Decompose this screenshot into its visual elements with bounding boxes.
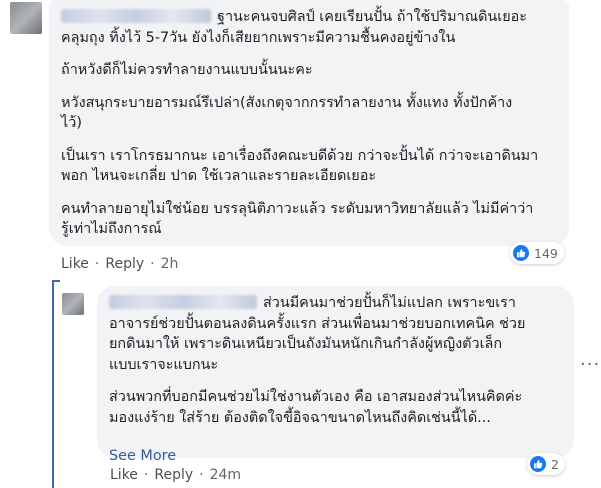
- comment-text-line: อาจารย์ช่วยปั้นตอนลงดินครั้งแรก ส่วนเพื่…: [109, 315, 526, 332]
- comment-text-line: เป็นเรา เราโกรธมากนะ เอาเรื่องถึงคณะบดีด…: [61, 147, 539, 164]
- comment-text-line: ส่วนพวกที่บอกมีคนช่วยไม่ใช่งานตัวเอง คือ…: [109, 389, 523, 405]
- timestamp[interactable]: 24m: [210, 467, 241, 483]
- comment-text-line: ไว้): [61, 115, 82, 131]
- comment-text-line: คนทำลายอายุไม่ใช่น้อย บรรลุนิติภาวะแล้ว …: [61, 200, 534, 217]
- like-link[interactable]: Like: [61, 256, 89, 272]
- see-more-link[interactable]: See More: [109, 446, 176, 467]
- comment-text-line: ยกดินมาให้ เพราะดินเหนียวเป็นถังมันหนักเ…: [109, 336, 503, 352]
- thumbs-up-icon: [513, 245, 529, 261]
- reaction-count: 149: [534, 245, 558, 261]
- comment-text-line: ถ้าหวังดีก็ไม่ควรทำลายงานแบบนั้นนะคะ: [61, 62, 313, 78]
- avatar[interactable]: [10, 2, 42, 34]
- commenter-name[interactable]: [61, 9, 211, 23]
- comment-bubble: ฐานะคนจบศิลป์ เคยเรียนปั้น ถ้าใช้ปริมาณด…: [49, 0, 569, 246]
- comment-text-line: ฐานะคนจบศิลป์ เคยเรียนปั้น ถ้าใช้ปริมาณด…: [217, 9, 527, 25]
- reply-thread-line: [52, 280, 54, 488]
- comment-text-line: มองแง่ร้าย ใส่ร้าย ต้องติดใจขี้อิจฉาขนาด…: [109, 409, 491, 426]
- like-link[interactable]: Like: [110, 467, 138, 483]
- timestamp[interactable]: 2h: [161, 256, 179, 272]
- comment-text-line: แบบเราจะแบกนะ: [109, 356, 219, 373]
- comment-text-line: คลุมถุง ทิ้งไว้ 5-7วัน ยังไงก็เสียยากเพร…: [61, 29, 456, 46]
- comment-actions: Like · Reply · 24m: [110, 467, 242, 483]
- more-options-icon[interactable]: ···: [580, 356, 600, 374]
- comment-text-line: หวังสนุกระบายอารมณ์รึเปล่า(สังเกตุจากกรร…: [61, 94, 513, 111]
- comment-text-line: รู้เท่าไม่ถึงการณ์: [61, 221, 162, 237]
- comment-actions: Like · Reply · 2h: [61, 256, 179, 272]
- comment-text-line: ส่วนมีคนมาช่วยปั้นก็ไม่แปลก เพราะขเรา: [263, 295, 516, 311]
- reaction-count: 2: [551, 456, 559, 472]
- thumbs-up-icon: [530, 456, 546, 472]
- reaction-count-badge[interactable]: 2: [527, 453, 565, 475]
- comment-text-line: พอก ไหนจะเกลี่ย ปาด ใช้เวลาและรายละเอียด…: [61, 168, 377, 184]
- reply-thread-connector: [52, 280, 60, 282]
- reply-link[interactable]: Reply: [154, 467, 193, 483]
- reply-bubble: ส่วนมีคนมาช่วยปั้นก็ไม่แปลก เพราะขเรา อา…: [97, 286, 574, 464]
- reply-link[interactable]: Reply: [105, 256, 144, 272]
- avatar[interactable]: [62, 293, 84, 315]
- commenter-name[interactable]: [109, 295, 257, 309]
- reaction-count-badge[interactable]: 149: [510, 242, 564, 264]
